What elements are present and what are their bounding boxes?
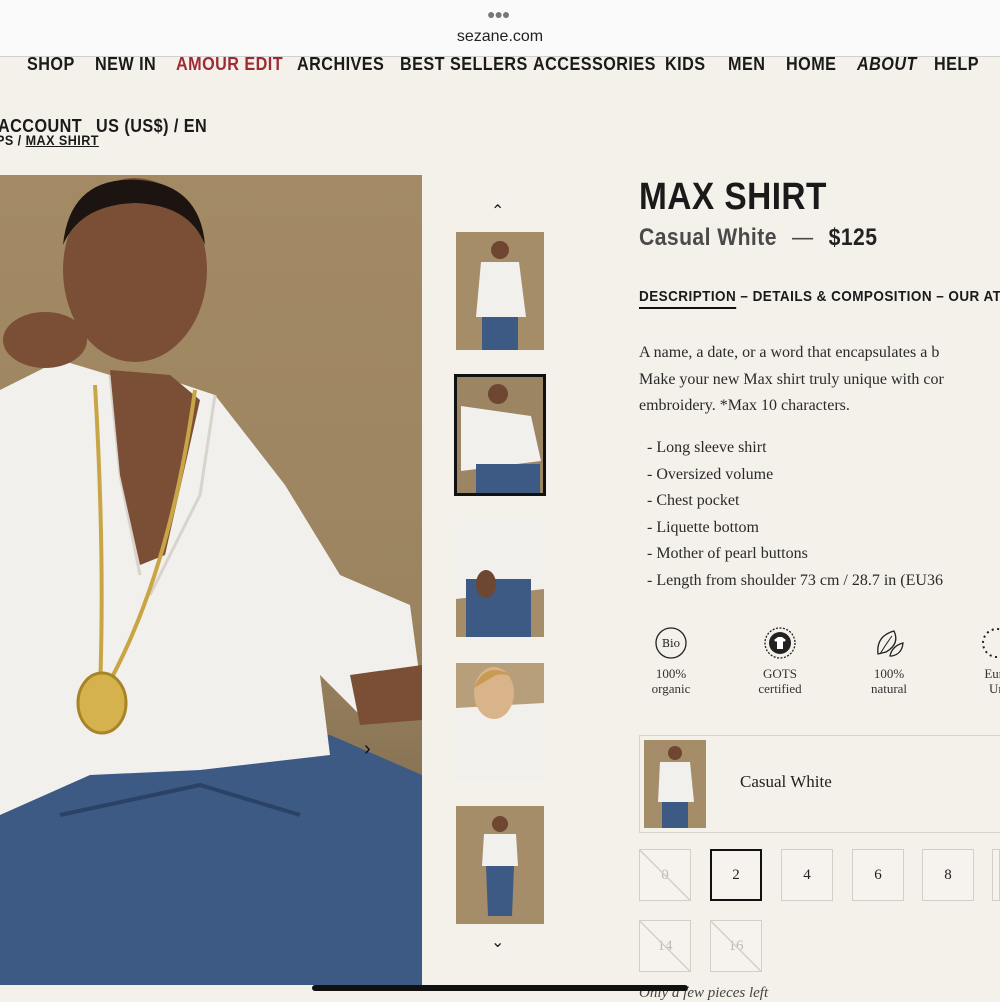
size-option-16[interactable]: 16 [710,920,762,972]
thumbnail-photo-illustration [456,519,544,637]
product-subtitle: Casual White — $125 [639,224,877,252]
thumbnail-photo-illustration [456,376,544,494]
size-option-0[interactable]: 0 [639,849,691,901]
color-option-card[interactable]: Casual White [639,735,1000,833]
model-photo-illustration [0,178,422,985]
description-line: Make your new Max shirt truly unique wit… [639,370,944,388]
nav-item-archives[interactable]: ARCHIVES [297,54,384,75]
nav-item-best-sellers[interactable]: BEST SELLERS [400,54,528,75]
browser-menu-dots-icon[interactable]: ●●● [487,6,510,22]
badge-natural: 100% natural [849,626,929,696]
breadcrumb: PS / MAX SHIRT [0,132,99,148]
feature-item: - Mother of pearl buttons [647,545,808,562]
badge-line2: certified [758,681,802,696]
feature-item: - Chest pocket [647,492,740,509]
nav-item-accessories[interactable]: ACCESSORIES [533,54,656,75]
tab-our-atelier[interactable]: – OUR ATELIE [936,288,1000,305]
subtitle-dash: — [792,224,814,251]
badge-eu: Euro Un [957,626,1000,696]
product-title: MAX SHIRT [639,176,827,218]
size-option-partial[interactable] [992,849,1000,901]
color-swatch-illustration [644,740,706,828]
nav-item-new-in[interactable]: NEW IN [95,54,156,75]
badge-line2: organic [651,681,691,696]
nav-item-amour-edit[interactable]: AMOUR EDIT [176,54,283,75]
description-line: embroidery. *Max 10 characters. [639,397,850,414]
main-nav: SHOP NEW IN AMOUR EDIT ARCHIVES BEST SEL… [0,52,1000,78]
feature-item: - Long sleeve shirt [647,439,767,456]
badge-line2: Un [989,681,1000,696]
badge-line1: 100% [873,666,905,681]
size-option-6[interactable]: 6 [852,849,904,901]
badge-line1: Euro [984,666,1000,681]
badge-line1: GOTS [763,666,797,681]
nav-item-kids[interactable]: KIDS [665,54,706,75]
locale-selector[interactable]: US (US$) / EN [96,116,207,137]
gots-icon [764,627,796,659]
badge-line2: natural [870,681,908,696]
nav-item-men[interactable]: MEN [728,54,765,75]
browser-bar: ●●● sezane.com [0,0,1000,57]
size-option-8[interactable]: 8 [922,849,974,901]
description-line: A name, a date, or a word that encapsula… [639,344,940,361]
leaf-icon [877,630,904,657]
feature-list: - Long sleeve shirt - Oversized volume -… [647,435,943,594]
bio-icon: Bio [655,627,687,659]
feature-item: - Length from shoulder 73 cm / 28.7 in (… [647,571,943,589]
thumbnails-down-arrow-icon[interactable]: ⌄ [491,932,504,952]
url-bar[interactable]: sezane.com [0,28,1000,46]
size-option-14[interactable]: 14 [639,920,691,972]
thumbnail-4[interactable] [456,663,544,781]
main-product-image[interactable]: › [0,175,422,985]
feature-item: - Liquette bottom [647,518,759,536]
tab-details-composition[interactable]: – DETAILS & COMPOSITION [740,288,932,305]
breadcrumb-current[interactable]: MAX SHIRT [26,132,99,148]
thumbnail-5[interactable] [456,806,544,924]
eu-stars-icon [982,628,1000,658]
breadcrumb-separator: / [17,132,22,148]
product-color: Casual White [639,224,777,251]
thumbnail-3[interactable] [456,519,544,637]
next-image-arrow-icon[interactable]: › [364,738,371,761]
thumbnail-2[interactable] [454,374,546,496]
nav-item-shop[interactable]: SHOP [27,54,75,75]
badge-line1: 100% [655,666,687,681]
badge-organic: Bio 100% organic [631,626,711,696]
thumbnail-photo-illustration [456,806,544,924]
nav-item-home[interactable]: HOME [786,54,836,75]
breadcrumb-prev[interactable]: PS [0,132,14,148]
badge-gots: GOTS certified [740,626,820,696]
size-option-2[interactable]: 2 [710,849,762,901]
color-swatch-image [644,740,706,828]
thumbnail-photo-illustration [456,663,544,781]
product-price: $125 [828,224,878,251]
bio-symbol: Bio [662,637,681,650]
tab-description[interactable]: DESCRIPTION [639,288,737,309]
product-description: A name, a date, or a word that encapsula… [639,340,1000,420]
home-indicator[interactable] [312,985,688,991]
size-option-4[interactable]: 4 [781,849,833,901]
color-option-label: Casual White [740,772,832,791]
nav-item-help[interactable]: HELP [934,54,979,75]
thumbnails-up-arrow-icon[interactable]: ⌃ [491,201,504,221]
nav-item-about[interactable]: ABOUT [857,54,917,75]
feature-item: - Oversized volume [647,465,774,483]
product-tabs: DESCRIPTION – DETAILS & COMPOSITION – OU… [639,288,1000,309]
thumbnail-1[interactable] [456,232,544,350]
thumbnail-photo-illustration [456,232,544,350]
